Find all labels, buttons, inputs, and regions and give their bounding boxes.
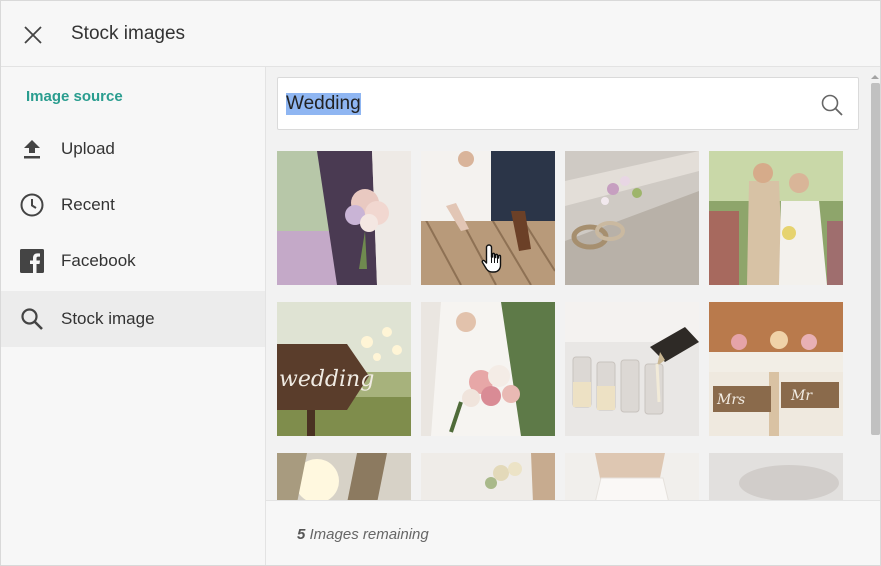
svg-text:Mr: Mr [790,388,813,404]
stock-image-thumbnail[interactable] [709,453,843,500]
svg-text:wedding: wedding [279,367,374,392]
sidebar-item-stock-image[interactable]: Stock image [1,291,265,347]
facebook-icon [18,247,46,275]
clock-icon [18,191,46,219]
stock-image-thumbnail[interactable]: Mrs Mr [709,302,843,436]
search-icon [18,305,46,333]
stock-image-thumbnail[interactable] [421,302,555,436]
scroll-up-arrow-icon[interactable] [871,73,879,81]
image-grid-scrollbar[interactable] [870,71,880,499]
sidebar-item-label: Upload [61,139,115,158]
stock-image-thumbnail[interactable] [421,453,555,500]
close-button[interactable] [17,19,49,51]
dialog-title: Stock images [71,23,186,44]
sidebar-item-recent[interactable]: Recent [1,177,265,233]
images-remaining-label: Images remaining [305,526,429,543]
images-remaining-text: 5 Images remaining [297,526,429,543]
sidebar-item-label: Recent [61,195,115,214]
stock-image-thumbnail[interactable] [709,151,843,285]
stock-image-thumbnail[interactable] [277,151,411,285]
stock-image-thumbnail[interactable] [565,151,699,285]
scroll-thumb[interactable] [871,83,880,435]
sidebar-item-facebook[interactable]: Facebook [1,233,265,289]
image-source-sidebar: Image source Upload Recent Facebook Stoc… [1,67,266,565]
upload-icon [18,135,46,163]
search-input[interactable] [286,90,806,118]
sidebar-heading: Image source [26,88,123,105]
stock-image-thumbnail[interactable]: wedding [277,302,411,436]
stock-images-dialog: Stock images Image source Upload Recent [0,0,881,566]
search-box [277,77,859,130]
stock-image-thumbnail[interactable] [421,151,555,285]
stock-image-thumbnail[interactable] [565,302,699,436]
dialog-footer: 5 Images remaining [266,500,880,565]
close-icon [24,26,42,44]
sidebar-item-label: Stock image [61,309,155,328]
stock-image-panel: wedding [266,67,880,500]
dialog-header: Stock images [1,1,880,67]
image-grid: wedding Mrs Mr [277,151,847,500]
sidebar-item-upload[interactable]: Upload [1,121,265,177]
sidebar-item-label: Facebook [61,251,136,270]
search-icon [821,94,843,116]
search-button[interactable] [818,91,846,119]
svg-text:Mrs: Mrs [716,392,745,408]
stock-image-thumbnail[interactable] [277,453,411,500]
stock-image-thumbnail[interactable] [565,453,699,500]
